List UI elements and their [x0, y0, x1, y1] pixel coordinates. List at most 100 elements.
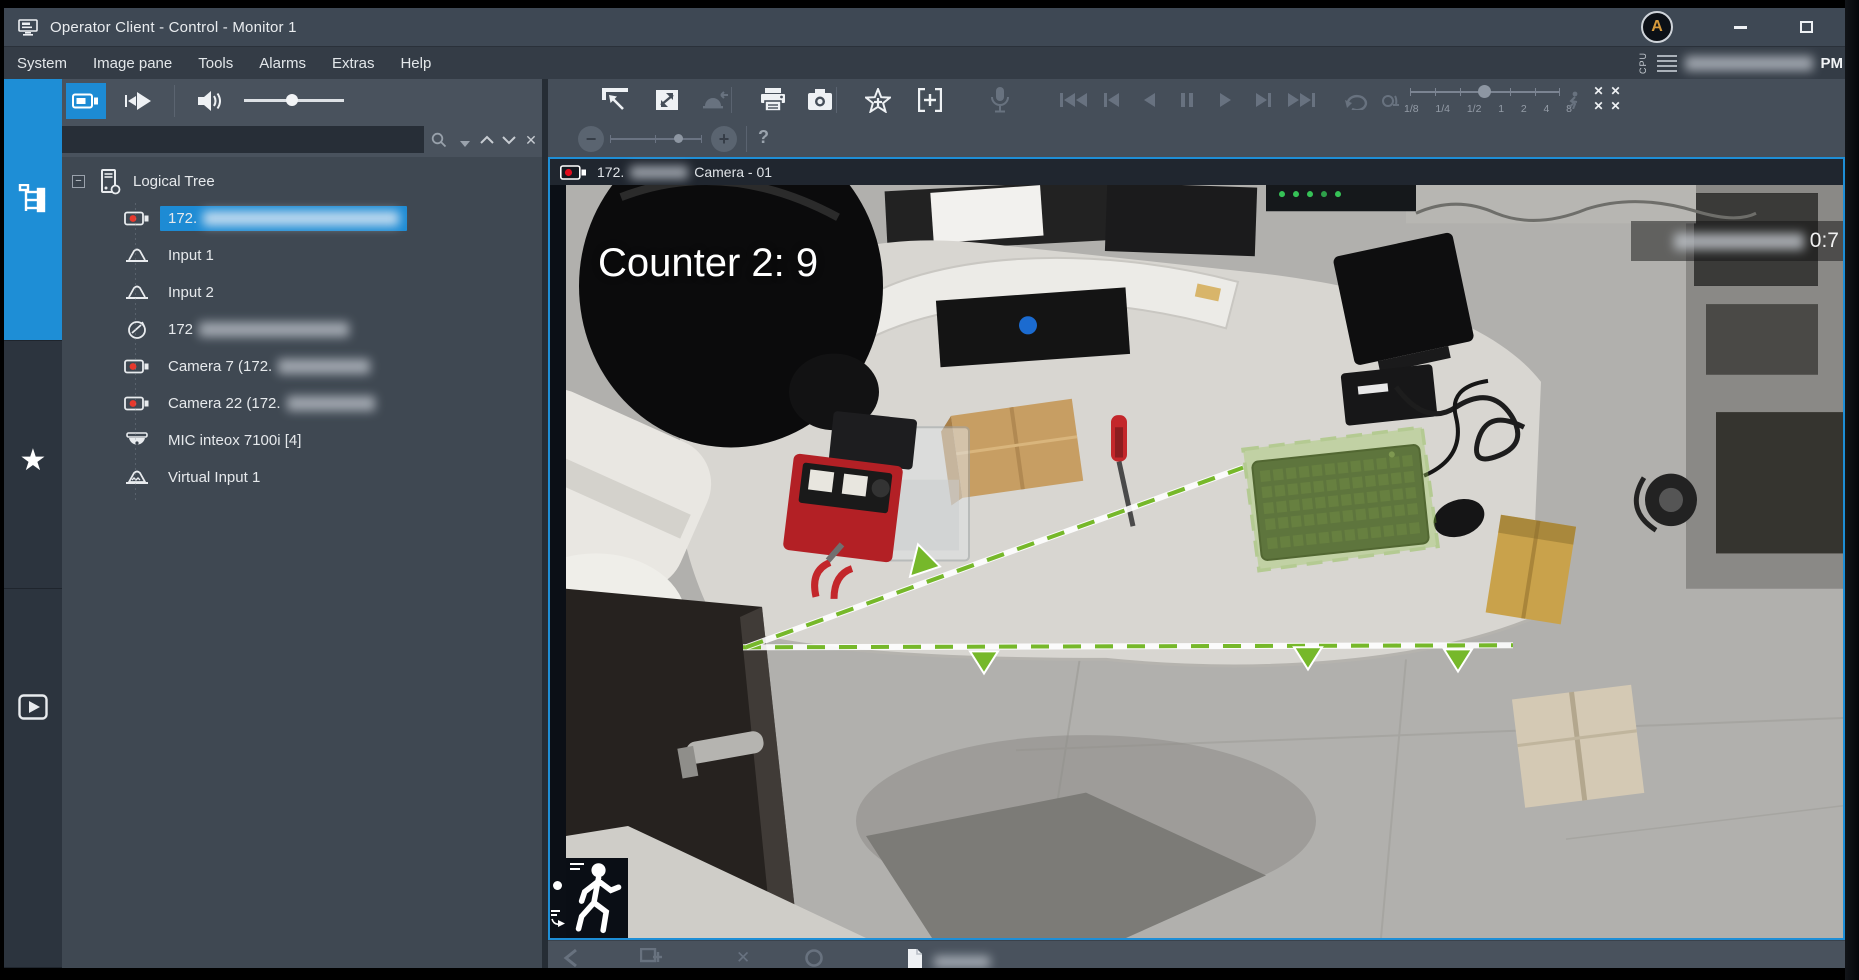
- maximize-pane-button[interactable]: [649, 83, 685, 117]
- search-input[interactable]: [62, 126, 424, 153]
- search-next-icon[interactable]: [498, 129, 520, 151]
- volume-slider[interactable]: [244, 99, 344, 102]
- jump-to-start-button[interactable]: [1055, 83, 1091, 117]
- pause-button[interactable]: [1169, 83, 1205, 117]
- tree-item-input-1[interactable]: Input 1: [62, 237, 542, 274]
- tree-item-input-2[interactable]: Input 2: [62, 274, 542, 311]
- virtual-input-icon: [122, 470, 152, 486]
- tree-item-camera-7[interactable]: Camera 7 (172.: [62, 348, 542, 385]
- walking-person-icon: [566, 858, 628, 938]
- tree-item-label: Input 1: [160, 243, 222, 268]
- search-previous-icon[interactable]: [476, 129, 498, 151]
- user-badge[interactable]: A: [1641, 11, 1673, 43]
- snapshot-button[interactable]: [802, 83, 838, 117]
- play-button[interactable]: [1207, 83, 1243, 117]
- cpu-bars-icon: [1657, 55, 1677, 72]
- pane-title-camera: Camera - 01: [694, 164, 772, 180]
- restore-layout-button[interactable]: [597, 83, 633, 117]
- maximize-pane-icon: [655, 89, 679, 111]
- operator-client-window: Operator Client - Control - Monitor 1 A …: [0, 0, 1859, 980]
- live-view-button[interactable]: [66, 83, 106, 119]
- image-pane-title-bar[interactable]: 172. Camera - 01: [550, 159, 1843, 185]
- back-arrow-icon[interactable]: [562, 948, 584, 968]
- maximize-icon: [1800, 21, 1813, 33]
- tree-item-mic-inteox-7100i[interactable]: MIC inteox 7100i [4]: [62, 422, 542, 459]
- add-bookmark-button[interactable]: [912, 83, 948, 117]
- sidebar-tab-favorites[interactable]: ★: [4, 341, 62, 589]
- tree-item-label: 172: [160, 317, 357, 342]
- pane-side-strip: [550, 185, 566, 938]
- camera-icon: [122, 359, 152, 374]
- speed-labels: 1/81/41/21248: [1404, 103, 1572, 115]
- volume-slider-handle[interactable]: [286, 94, 298, 106]
- loop-icon: [1343, 90, 1369, 110]
- speed-label: 1/8: [1404, 103, 1419, 115]
- grid-plus-icon[interactable]: [640, 948, 662, 968]
- window-edge: [1845, 0, 1859, 980]
- search-icon[interactable]: [428, 129, 450, 151]
- speed-label: 1/2: [1467, 103, 1482, 115]
- instant-playback-button[interactable]: [118, 83, 158, 119]
- zoom-in-button[interactable]: +: [711, 126, 737, 152]
- speed-label: 4: [1544, 103, 1550, 115]
- add-favorite-button[interactable]: [860, 83, 896, 117]
- sidebar-tab-playback[interactable]: [4, 589, 62, 968]
- video-playback-icon: [18, 694, 48, 720]
- playback-speed-slider[interactable]: [1410, 91, 1560, 93]
- app-monitor-icon: [18, 19, 38, 36]
- zoom-slider-handle[interactable]: [674, 134, 683, 143]
- maximize-button[interactable]: [1791, 14, 1821, 40]
- recording-dot-icon: [553, 881, 562, 890]
- digital-zoom-slider[interactable]: [610, 138, 702, 140]
- redacted-text: [278, 359, 370, 374]
- step-backward-button[interactable]: [1093, 83, 1129, 117]
- input-icon: [122, 285, 152, 301]
- play-backward-button[interactable]: [1131, 83, 1167, 117]
- tree-item-virtual-input-1[interactable]: Virtual Input 1: [62, 459, 542, 496]
- instant-playback-icon[interactable]: [550, 908, 566, 928]
- redacted-text: [287, 396, 375, 411]
- help-button[interactable]: ?: [758, 127, 769, 148]
- loop-playback-button[interactable]: [1338, 83, 1374, 117]
- motion-event-thumbnail[interactable]: [566, 858, 628, 938]
- speed-label: 1/4: [1435, 103, 1450, 115]
- tree-item-camera-172[interactable]: 172.: [62, 200, 542, 237]
- speed-slider-handle[interactable]: [1478, 85, 1491, 98]
- image-pane-selected[interactable]: 172. Camera - 01: [548, 157, 1845, 940]
- menu-item-alarms[interactable]: Alarms: [246, 47, 319, 79]
- print-button[interactable]: [755, 83, 791, 117]
- microphone-button[interactable]: [982, 83, 1018, 117]
- menu-item-system[interactable]: System: [4, 47, 80, 79]
- document-icon[interactable]: [906, 948, 924, 968]
- tree-root[interactable]: − Logical Tree: [62, 163, 542, 200]
- pane-title-redacted: [630, 166, 688, 179]
- recording-camera-icon: [560, 165, 587, 180]
- minimize-button[interactable]: [1725, 14, 1755, 40]
- audio-button[interactable]: [190, 83, 230, 119]
- tree-item-camera-22[interactable]: Camera 22 (172.: [62, 385, 542, 422]
- menu-item-image-pane[interactable]: Image pane: [80, 47, 185, 79]
- close-all-panes-button[interactable]: ✕✕✕✕: [1590, 85, 1624, 115]
- step-forward-button[interactable]: [1245, 83, 1281, 117]
- menu-item-extras[interactable]: Extras: [319, 47, 388, 79]
- tree-item-relay-172[interactable]: 172: [62, 311, 542, 348]
- menu-item-help[interactable]: Help: [387, 47, 444, 79]
- alarm-button[interactable]: [697, 83, 733, 117]
- search-close-icon[interactable]: ✕: [520, 129, 542, 151]
- sidebar-tab-logical-tree[interactable]: [4, 79, 62, 341]
- close-x-icon[interactable]: ✕: [736, 948, 750, 968]
- jump-to-end-button[interactable]: [1283, 83, 1319, 117]
- timestamp-redacted: [1674, 233, 1804, 250]
- logical-tree: − Logical Tree 172. Input 1: [62, 157, 542, 968]
- speaker-icon: [197, 90, 223, 112]
- search-options-caret-icon[interactable]: [454, 133, 476, 155]
- collapse-icon[interactable]: −: [72, 175, 85, 188]
- time-meridiem: PM: [1821, 55, 1844, 72]
- timestamp-overlay: 0:7: [1631, 221, 1843, 261]
- camera-video[interactable]: Counter 2: 9 0:7: [566, 185, 1843, 938]
- menu-item-tools[interactable]: Tools: [185, 47, 246, 79]
- left-icon-sidebar: ★: [4, 79, 62, 968]
- circle-arrow-icon[interactable]: [804, 948, 824, 968]
- speed-label: 1: [1498, 103, 1504, 115]
- zoom-out-button[interactable]: −: [578, 126, 604, 152]
